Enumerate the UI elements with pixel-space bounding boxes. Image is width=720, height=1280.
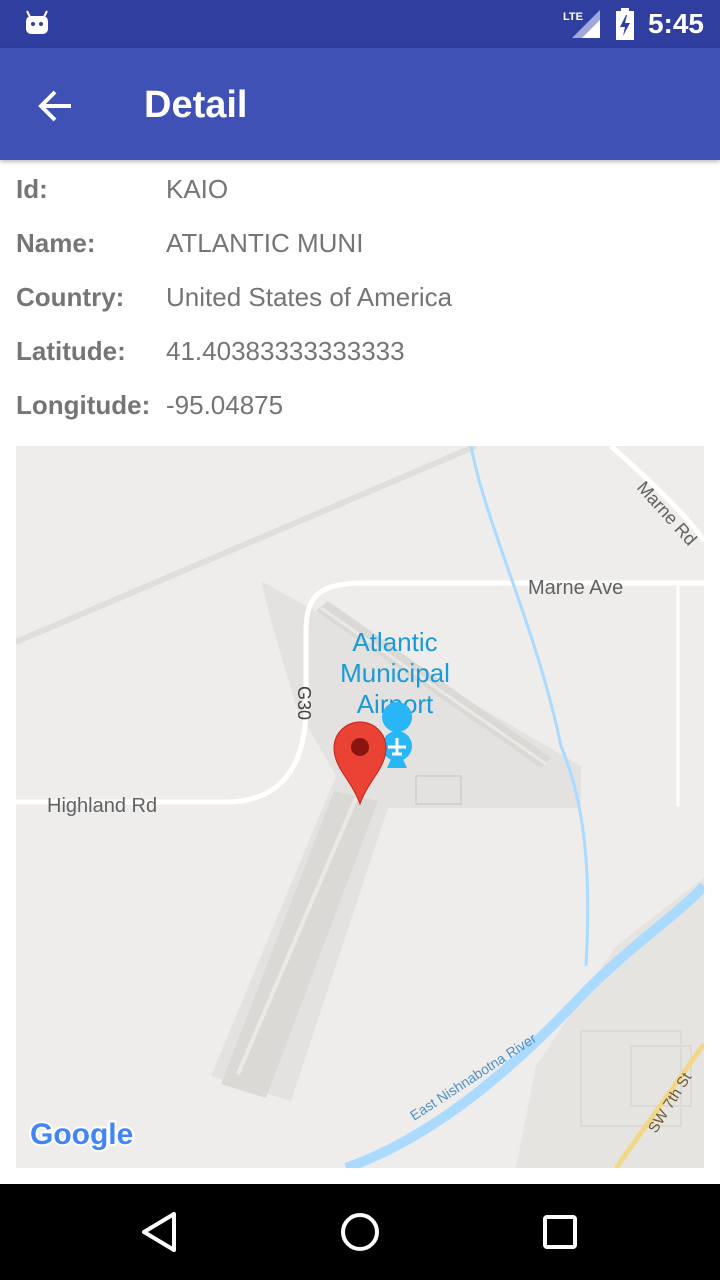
google-logo-text: Google (30, 1118, 133, 1151)
recents-square-icon (543, 1215, 577, 1249)
map-view[interactable]: Marne Ave Marne Rd G30 Highland Rd East … (16, 446, 704, 1168)
detail-row-id: Id: KAIO (16, 168, 706, 222)
back-triangle-icon (142, 1212, 176, 1252)
page-title: Detail (144, 84, 248, 126)
nav-back-button[interactable] (132, 1204, 188, 1260)
arrow-left-icon (38, 90, 71, 122)
latitude-value: 41.40383333333333 (166, 336, 405, 366)
country-value: United States of America (166, 282, 453, 312)
detail-list: Id: KAIO Name: ATLANTIC MUNI Country: Un… (16, 168, 706, 438)
latitude-label: Latitude: (16, 336, 126, 366)
longitude-value: -95.04875 (166, 390, 284, 420)
name-label: Name: (16, 228, 96, 258)
android-icon (26, 10, 48, 34)
country-label: Country: (16, 282, 125, 312)
road-label-marne-ave: Marne Ave (528, 577, 623, 599)
road-label-highland: Highland Rd (47, 795, 157, 817)
battery-charging-icon (616, 8, 634, 40)
airport-label-line2: Municipal (340, 658, 450, 688)
id-value: KAIO (166, 174, 229, 204)
road-label-g30: G30 (294, 686, 314, 720)
id-label: Id: (16, 174, 48, 204)
home-circle-icon (341, 1213, 379, 1251)
map-canvas: Marne Ave Marne Rd G30 Highland Rd East … (16, 446, 704, 1168)
google-logo: Google Google (28, 1116, 135, 1153)
airport-label-line1: Atlantic (352, 627, 437, 657)
detail-row-name: Name: ATLANTIC MUNI (16, 222, 706, 276)
app-bar: Detail (0, 48, 720, 160)
status-time: 5:45 (647, 8, 704, 39)
lte-signal-icon: LTE (563, 10, 600, 38)
detail-row-latitude: Latitude: 41.40383333333333 (16, 330, 706, 384)
back-button[interactable] (24, 74, 88, 138)
status-bar: LTE 5:45 (0, 0, 720, 48)
longitude-label: Longitude: (16, 390, 151, 420)
detail-row-country: Country: United States of America (16, 276, 706, 330)
name-value: ATLANTIC MUNI (166, 228, 364, 258)
lte-text: LTE (563, 11, 583, 23)
nav-recents-button[interactable] (532, 1204, 588, 1260)
nav-home-button[interactable] (332, 1204, 388, 1260)
detail-row-longitude: Longitude: -95.04875 (16, 384, 706, 438)
system-nav-bar (0, 1184, 720, 1280)
